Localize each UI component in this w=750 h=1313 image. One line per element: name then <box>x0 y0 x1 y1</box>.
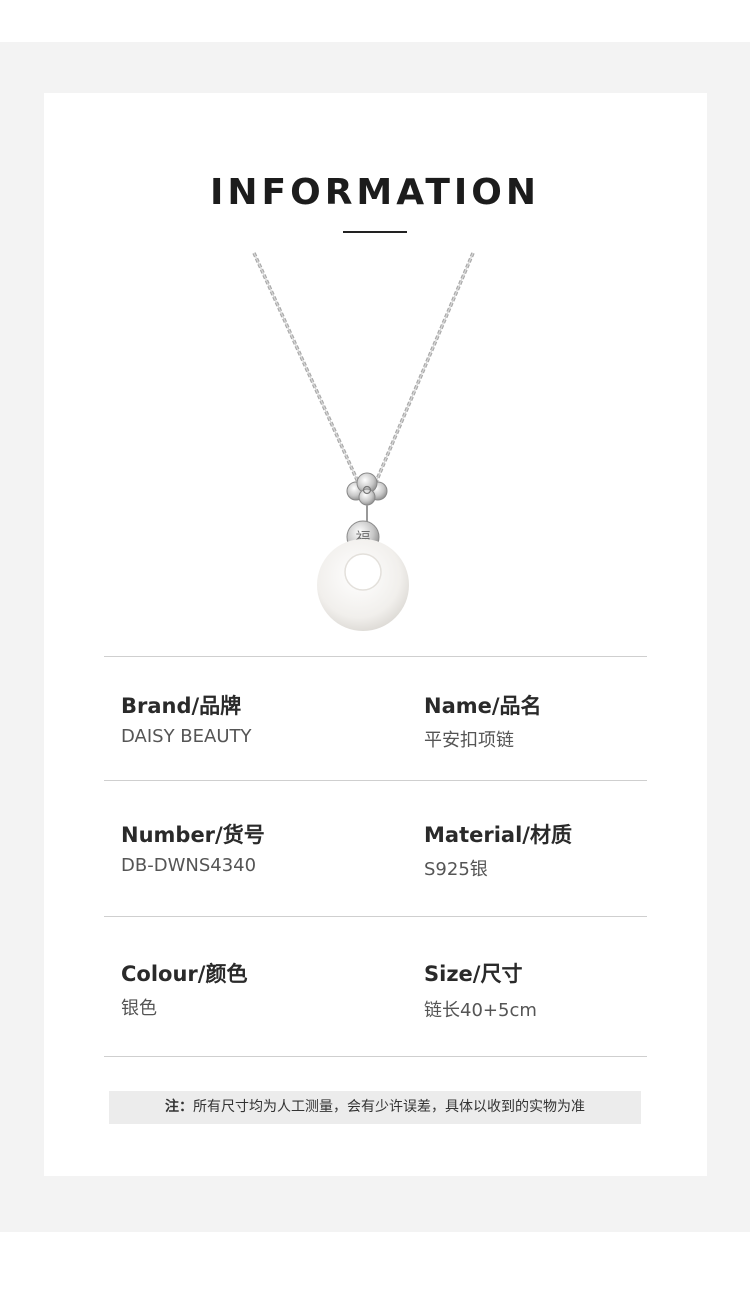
brand-label: Brand/品牌 <box>121 694 242 718</box>
name-value: 平安扣项链 <box>424 730 514 751</box>
title-underline <box>343 231 407 233</box>
material-value: S925银 <box>424 859 488 880</box>
colour-value: 银色 <box>121 998 157 1019</box>
size-value: 链长40+5cm <box>424 1000 537 1021</box>
name-label: Name/品名 <box>424 694 542 718</box>
divider <box>104 780 647 781</box>
colour-label: Colour/颜色 <box>121 962 248 986</box>
necklace-pendant-icon: 福 <box>252 252 475 631</box>
number-label: Number/货号 <box>121 823 265 847</box>
divider <box>104 1056 647 1057</box>
divider <box>104 656 647 657</box>
material-label: Material/材质 <box>424 823 572 847</box>
divider <box>104 916 647 917</box>
brand-value: DAISY BEAUTY <box>121 726 252 747</box>
measurement-note: 注：所有尺寸均为人工测量，会有少许误差，具体以收到的实物为准 <box>109 1091 641 1124</box>
size-label: Size/尺寸 <box>424 962 523 986</box>
number-value: DB-DWNS4340 <box>121 855 257 876</box>
note-text: 所有尺寸均为人工测量，会有少许误差，具体以收到的实物为准 <box>193 1099 585 1115</box>
note-prefix: 注： <box>165 1099 193 1115</box>
section-title: INFORMATION <box>209 172 540 213</box>
